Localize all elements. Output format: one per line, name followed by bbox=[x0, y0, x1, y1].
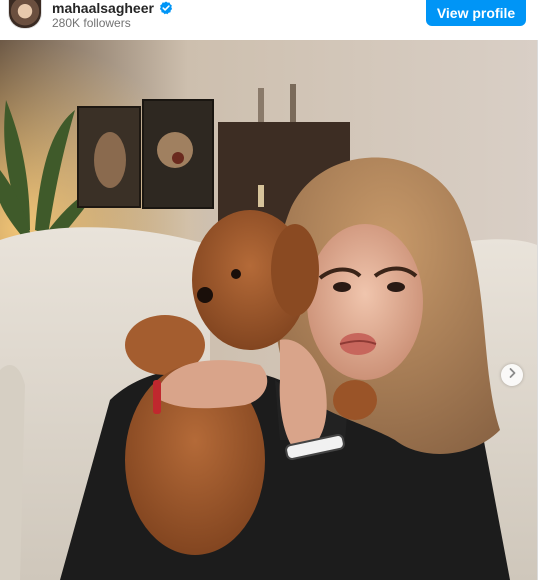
username[interactable]: mahaalsagheer bbox=[52, 0, 154, 16]
verified-badge-icon bbox=[159, 1, 173, 15]
instagram-embed: mahaalsagheer 280K followers View profil… bbox=[0, 0, 538, 580]
post-photo[interactable] bbox=[0, 40, 537, 580]
view-profile-button[interactable]: View profile bbox=[426, 0, 526, 26]
follower-count: 280K followers bbox=[52, 16, 131, 30]
post-header: mahaalsagheer 280K followers View profil… bbox=[0, 0, 538, 40]
username-row: mahaalsagheer bbox=[52, 0, 173, 16]
avatar[interactable] bbox=[8, 0, 42, 29]
next-photo-button[interactable] bbox=[501, 364, 523, 386]
chevron-right-icon bbox=[506, 366, 518, 384]
